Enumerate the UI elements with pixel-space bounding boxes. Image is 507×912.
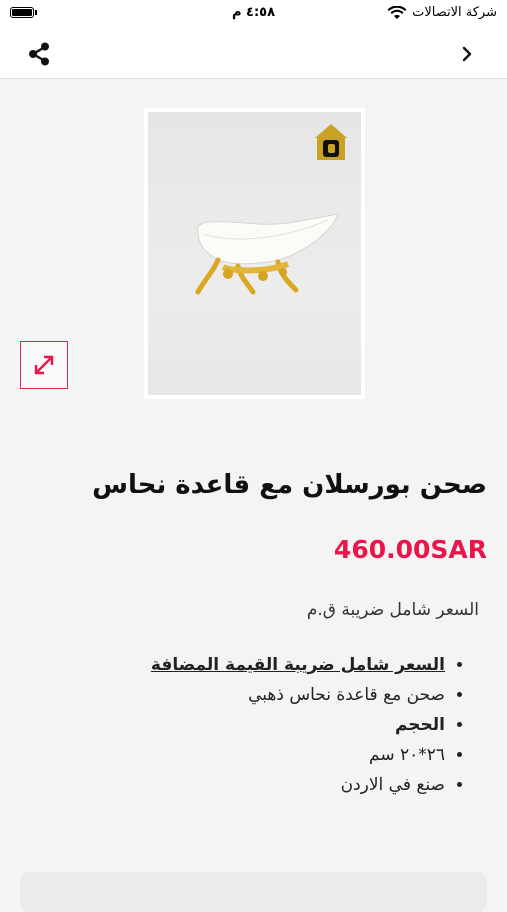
carrier-info: شركة الاتصالات xyxy=(387,5,497,20)
expand-arrows-icon xyxy=(34,355,54,375)
detail-item: السعر شامل ضريبة القيمة المضافة xyxy=(45,650,445,680)
expand-image-button[interactable] xyxy=(20,341,68,389)
wifi-icon xyxy=(387,5,407,19)
detail-item: صنع في الاردن xyxy=(45,770,445,800)
share-icon[interactable] xyxy=(25,40,53,68)
detail-item: الحجم xyxy=(45,710,445,740)
product-details-list: السعر شامل ضريبة القيمة المضافة صحن مع ق… xyxy=(45,650,467,800)
chevron-right-icon[interactable] xyxy=(459,42,475,66)
brand-logo xyxy=(315,124,347,160)
status-time: ٤:٥٨ م xyxy=(231,5,276,20)
detail-item: صحن مع قاعدة نحاس ذهبي xyxy=(45,680,445,710)
bottom-card xyxy=(20,872,487,912)
detail-item: ٢٦*٢٠ سم xyxy=(45,740,445,770)
product-image xyxy=(148,112,361,395)
status-bar: ٤:٥٨ م شركة الاتصالات xyxy=(0,0,507,30)
tax-note: السعر شامل ضريبة ق.م xyxy=(306,600,479,620)
product-price: 460.00SAR xyxy=(333,535,487,564)
product-image-frame[interactable] xyxy=(144,108,365,399)
battery-icon xyxy=(10,7,34,18)
carrier-name: شركة الاتصالات xyxy=(412,5,497,20)
nav-bar xyxy=(0,30,507,79)
porcelain-bowl-illustration xyxy=(195,213,339,295)
battery-cap xyxy=(35,10,37,15)
product-title: صحن بورسلان مع قاعدة نحاس xyxy=(92,470,487,500)
